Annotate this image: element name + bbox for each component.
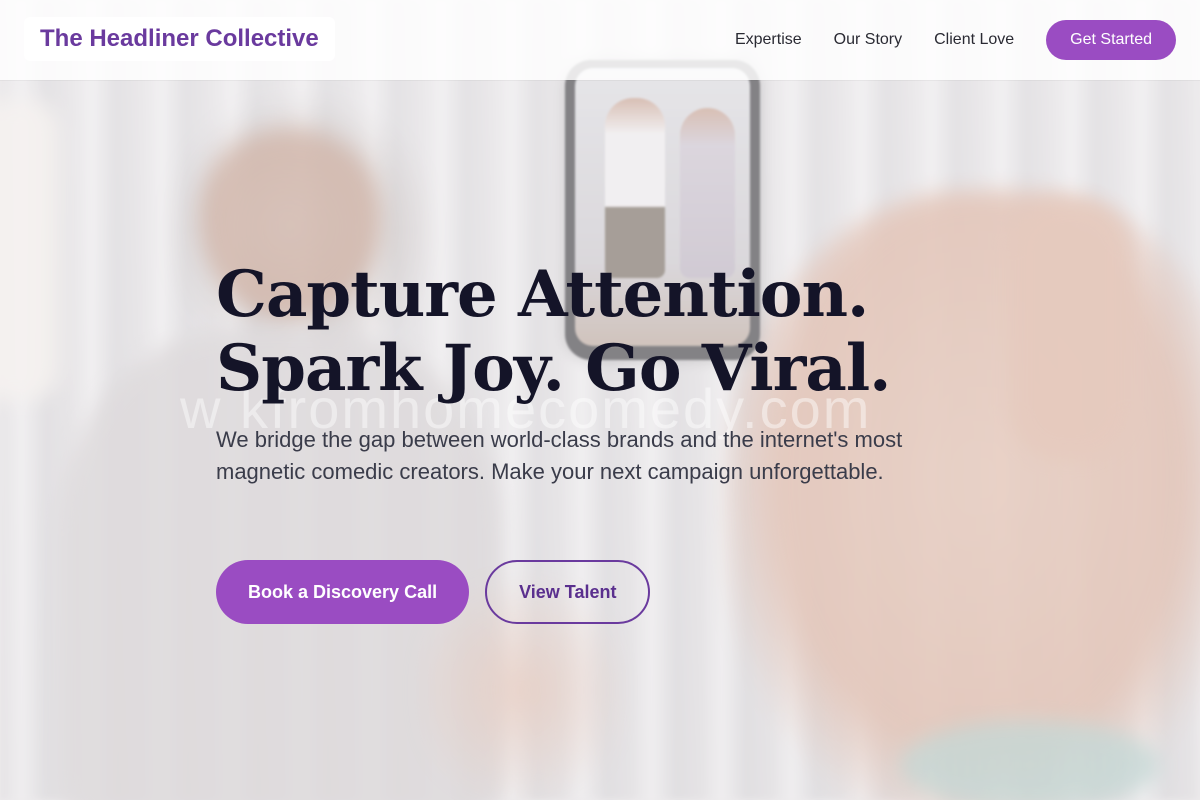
main-nav: Expertise Our Story Client Love Get Star…	[735, 20, 1176, 60]
view-talent-button[interactable]: View Talent	[485, 560, 651, 624]
nav-link-client-love[interactable]: Client Love	[934, 31, 1014, 49]
hero-actions: Book a Discovery Call View Talent	[216, 560, 651, 624]
book-discovery-call-button[interactable]: Book a Discovery Call	[216, 560, 470, 624]
hero-subtitle: We bridge the gap between world-class br…	[216, 427, 903, 484]
landing-page: w kfromhomecomedy.com The Headliner Coll…	[0, 0, 1200, 800]
nav-link-expertise[interactable]: Expertise	[735, 31, 802, 49]
hero-title: Capture Attention. Spark Joy. Go Viral.	[216, 257, 891, 406]
hero-title-line-1: Capture Attention.	[216, 257, 869, 332]
hero-title-line-2: Spark Joy. Go Viral.	[216, 331, 891, 406]
site-logo[interactable]: The Headliner Collective	[24, 17, 335, 61]
get-started-button[interactable]: Get Started	[1046, 20, 1176, 60]
nav-link-our-story[interactable]: Our Story	[834, 31, 902, 49]
site-header: The Headliner Collective Expertise Our S…	[0, 0, 1200, 80]
